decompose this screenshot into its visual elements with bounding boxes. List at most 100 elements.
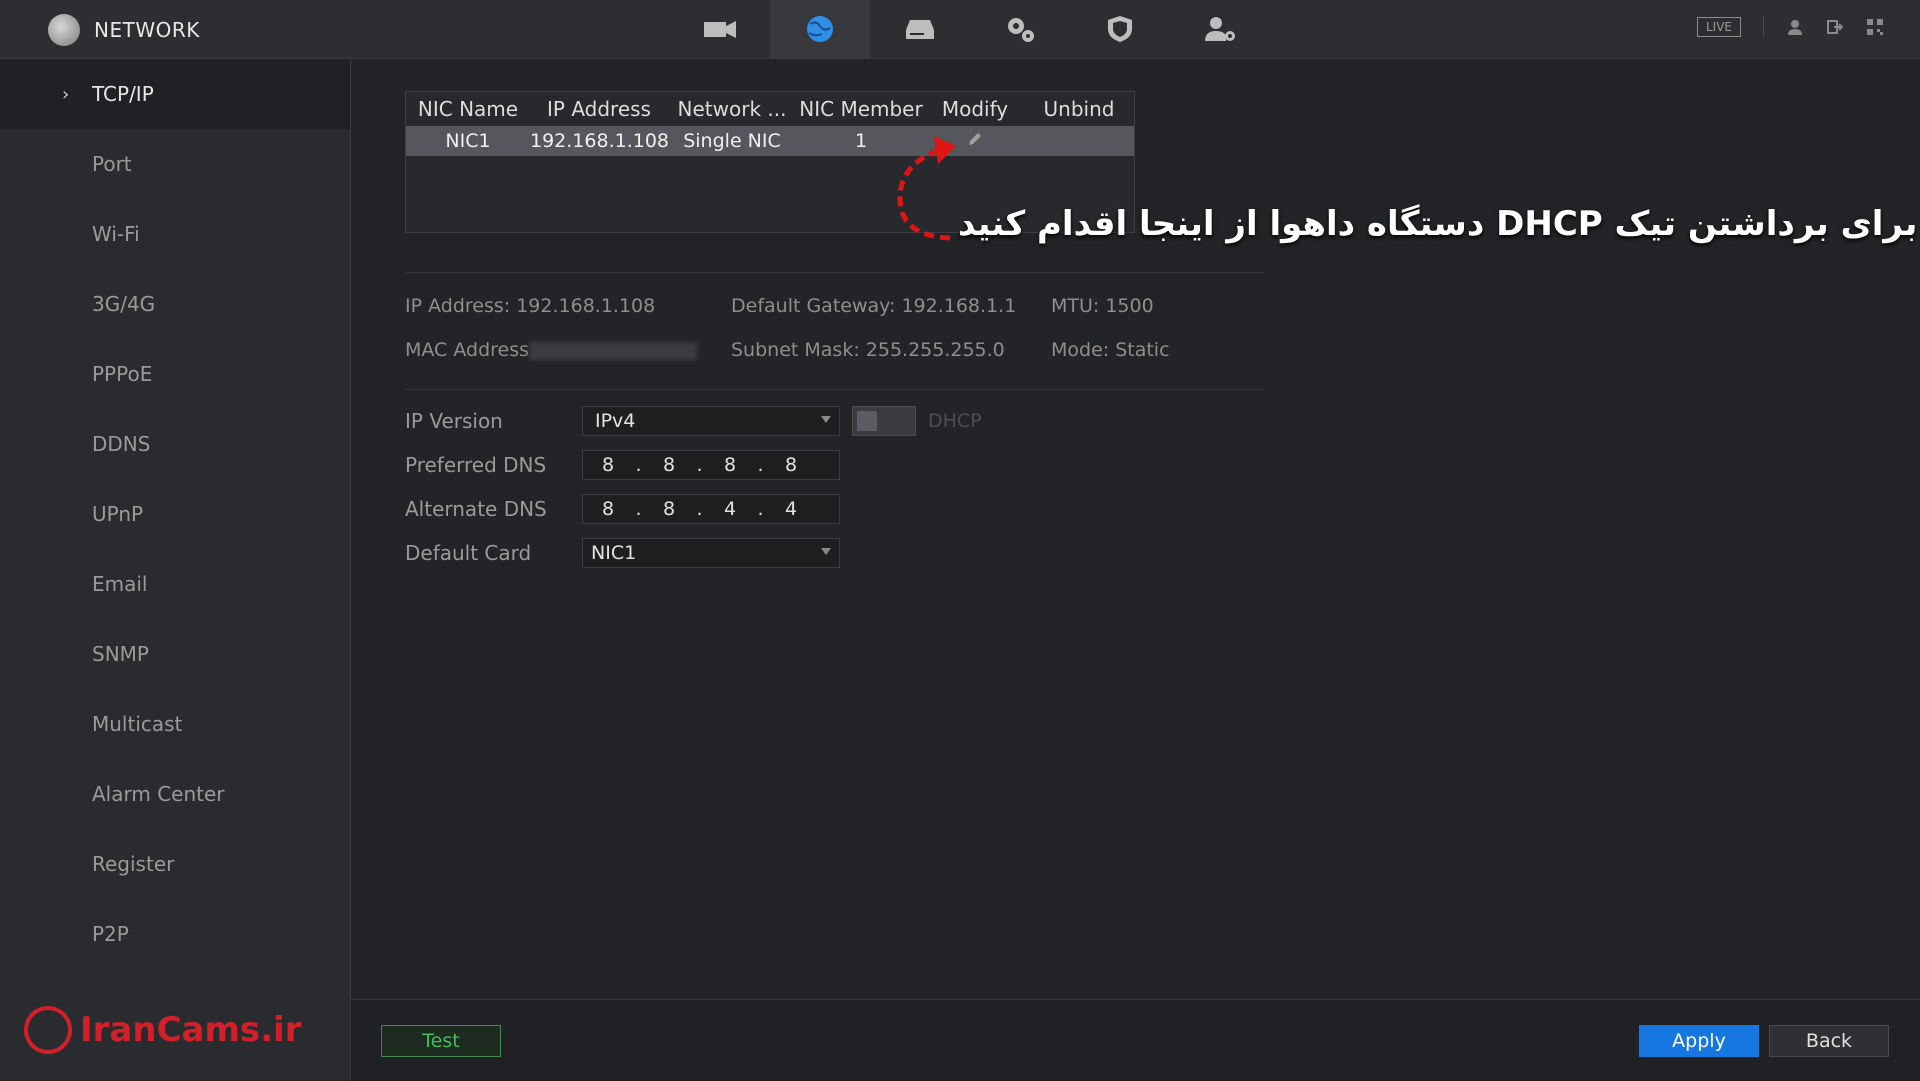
top-bar: NETWORK LIVE — [0, 0, 1920, 59]
logout-icon[interactable] — [1826, 18, 1844, 36]
tcpip-settings-panel: NIC Name IP Address Network ... NIC Memb… — [351, 59, 1920, 999]
alternate-dns-label: Alternate DNS — [405, 497, 547, 521]
test-button[interactable]: Test — [381, 1025, 501, 1057]
dot-separator: . — [696, 498, 703, 520]
annotation-text: برای برداشتن تیک DHCP دستگاه داهوا از ای… — [958, 204, 1918, 244]
sidebar-item-label: Multicast — [92, 712, 183, 736]
default-card-select[interactable]: NIC1 — [582, 538, 840, 568]
globe-logo-icon — [48, 14, 80, 46]
mode-info: Mode: Static — [1051, 339, 1170, 361]
sidebar-item-email[interactable]: Email — [0, 549, 350, 619]
brand-mark-icon — [24, 1006, 72, 1054]
chevron-down-icon — [821, 416, 831, 423]
sidebar-item-label: TCP/IP — [92, 82, 154, 106]
sidebar-item-tcpip[interactable]: › TCP/IP — [0, 59, 350, 129]
nav-storage[interactable] — [870, 0, 970, 58]
sidebar-item-label: Port — [92, 152, 132, 176]
subnet-mask-info: Subnet Mask: 255.255.255.0 — [731, 339, 1005, 361]
dot-separator: . — [696, 454, 703, 476]
dot-separator: . — [757, 498, 764, 520]
live-button[interactable]: LIVE — [1696, 17, 1741, 37]
nav-camera[interactable] — [670, 0, 770, 58]
sidebar-item-label: Alarm Center — [92, 782, 225, 806]
sidebar-item-ddns[interactable]: DDNS — [0, 409, 350, 479]
nic-table-header: NIC Name IP Address Network ... NIC Memb… — [406, 92, 1134, 126]
col-network: Network ... — [677, 97, 787, 121]
mac-address-info: MAC Address — [405, 339, 698, 361]
app-title: NETWORK — [48, 14, 200, 46]
back-button[interactable]: Back — [1769, 1025, 1889, 1057]
dhcp-label: DHCP — [928, 410, 982, 432]
default-card-label: Default Card — [405, 541, 532, 565]
ip-version-select[interactable]: IPv4 — [582, 406, 840, 436]
sidebar-item-label: DDNS — [92, 432, 151, 456]
sidebar: › TCP/IP Port Wi-Fi 3G/4G PPPoE DDNS UPnP… — [0, 59, 351, 1080]
mtu-info: MTU: 1500 — [1051, 295, 1154, 317]
col-unbind: Unbind — [1043, 97, 1115, 121]
preferred-dns-input[interactable]: 8. 8. 8. 8 — [582, 450, 840, 480]
nav-account[interactable] — [1170, 0, 1270, 58]
sidebar-item-alarm-center[interactable]: Alarm Center — [0, 759, 350, 829]
col-modify: Modify — [941, 97, 1009, 121]
security-shield-icon — [1108, 16, 1132, 42]
col-nic-name: NIC Name — [417, 97, 519, 121]
sidebar-item-upnp[interactable]: UPnP — [0, 479, 350, 549]
network-globe-icon — [807, 16, 833, 42]
user-icon[interactable] — [1786, 18, 1804, 36]
dns-octet[interactable]: 8 — [583, 498, 633, 520]
preferred-dns-label: Preferred DNS — [405, 453, 547, 477]
dhcp-toggle[interactable] — [852, 406, 916, 436]
sidebar-item-label: 3G/4G — [92, 292, 156, 316]
divider — [1763, 16, 1764, 38]
dns-octet[interactable]: 8 — [766, 454, 816, 476]
default-card-value: NIC1 — [591, 542, 637, 564]
col-nic-member: NIC Member — [799, 97, 923, 121]
ip-version-label: IP Version — [405, 409, 503, 433]
mac-address-label: MAC Address — [405, 339, 530, 361]
sidebar-item-label: Register — [92, 852, 175, 876]
sidebar-item-pppoe[interactable]: PPPoE — [0, 339, 350, 409]
nic-name-cell: NIC1 — [445, 130, 491, 152]
chevron-down-icon — [821, 548, 831, 555]
account-icon — [1205, 17, 1235, 41]
top-right-tools: LIVE — [1696, 16, 1884, 38]
divider — [405, 272, 1265, 273]
sidebar-item-label: PPPoE — [92, 362, 153, 386]
sidebar-item-label: Email — [92, 572, 148, 596]
sidebar-item-port[interactable]: Port — [0, 129, 350, 199]
dns-octet[interactable]: 4 — [705, 498, 755, 520]
dns-octet[interactable]: 8 — [583, 454, 633, 476]
sidebar-item-label: UPnP — [92, 502, 144, 526]
sidebar-item-3g4g[interactable]: 3G/4G — [0, 269, 350, 339]
nav-settings[interactable] — [970, 0, 1070, 58]
dot-separator: . — [635, 454, 642, 476]
camera-icon — [704, 21, 736, 38]
dns-octet[interactable]: 8 — [644, 498, 694, 520]
divider — [405, 389, 1265, 390]
toggle-knob — [857, 411, 877, 431]
sidebar-item-p2p[interactable]: P2P — [0, 899, 350, 969]
nav-security[interactable] — [1070, 0, 1170, 58]
settings-gears-icon — [1008, 18, 1034, 42]
apply-button[interactable]: Apply — [1639, 1025, 1759, 1057]
nav-network[interactable] — [770, 0, 870, 58]
qr-code-icon[interactable] — [1866, 18, 1884, 36]
table-row[interactable]: NIC1 192.168.1.108 Single NIC 1 — [406, 126, 1134, 156]
dns-octet[interactable]: 8 — [705, 454, 755, 476]
nic-network-cell: Single NIC — [683, 130, 781, 152]
nic-ip-cell: 192.168.1.108 — [530, 130, 670, 152]
dns-octet[interactable]: 8 — [644, 454, 694, 476]
col-ip-address: IP Address — [547, 97, 651, 121]
sidebar-item-multicast[interactable]: Multicast — [0, 689, 350, 759]
irancams-watermark-logo: IranCams.ir — [24, 1006, 301, 1054]
chevron-right-icon: › — [62, 83, 70, 105]
sidebar-item-snmp[interactable]: SNMP — [0, 619, 350, 689]
sidebar-item-label: Wi-Fi — [92, 222, 140, 246]
sidebar-item-wifi[interactable]: Wi-Fi — [0, 199, 350, 269]
default-gateway-info: Default Gateway: 192.168.1.1 — [731, 295, 1017, 317]
alternate-dns-input[interactable]: 8. 8. 4. 4 — [582, 494, 840, 524]
sidebar-item-label: SNMP — [92, 642, 149, 666]
sidebar-item-register[interactable]: Register — [0, 829, 350, 899]
mac-address-redacted — [529, 341, 698, 360]
dns-octet[interactable]: 4 — [766, 498, 816, 520]
